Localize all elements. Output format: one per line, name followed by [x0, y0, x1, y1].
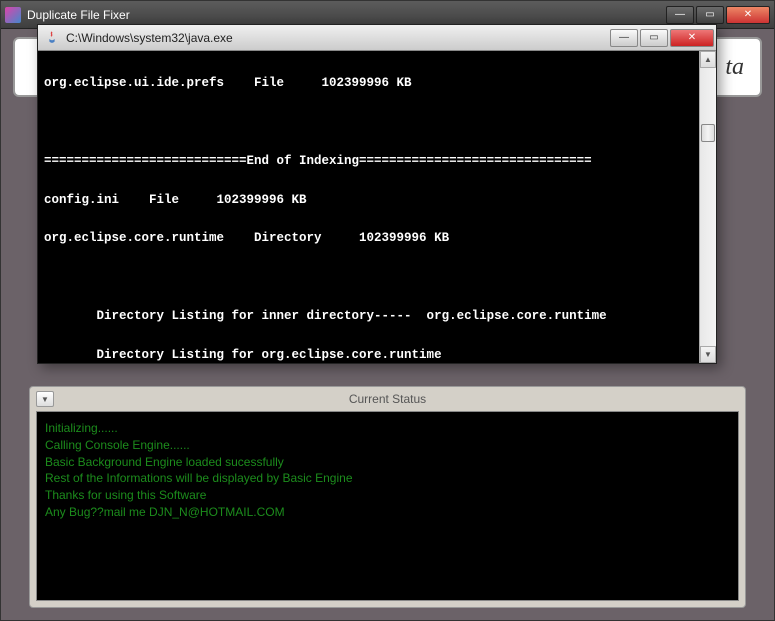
console-titlebar[interactable]: C:\Windows\system32\java.exe — ▭ ✕: [38, 25, 716, 51]
scroll-up-button[interactable]: ▲: [700, 51, 716, 68]
status-line: Thanks for using this Software: [45, 487, 730, 504]
status-line: Basic Background Engine loaded sucessful…: [45, 454, 730, 471]
collapse-button[interactable]: ▼: [36, 391, 54, 407]
scroll-thumb[interactable]: [701, 124, 715, 142]
minimize-button[interactable]: —: [666, 6, 694, 24]
status-line: Rest of the Informations will be display…: [45, 470, 730, 487]
app-icon: [5, 7, 21, 23]
main-window-controls: — ▭ ✕: [666, 6, 770, 24]
console-output: org.eclipse.ui.ide.prefs File 102399996 …: [38, 51, 699, 363]
status-panel: ▼ Current Status Initializing...... Call…: [29, 386, 746, 608]
main-window-title: Duplicate File Fixer: [27, 8, 666, 22]
close-button[interactable]: ✕: [670, 29, 714, 47]
banner-text-fragment: ta: [725, 54, 744, 81]
console-window: C:\Windows\system32\java.exe — ▭ ✕ org.e…: [37, 24, 717, 364]
status-title: Current Status: [62, 392, 713, 406]
status-line: Calling Console Engine......: [45, 437, 730, 454]
console-scrollbar[interactable]: ▲ ▼: [699, 51, 716, 363]
java-icon: [44, 30, 60, 46]
console-window-controls: — ▭ ✕: [610, 29, 714, 47]
minimize-button[interactable]: —: [610, 29, 638, 47]
status-log: Initializing...... Calling Console Engin…: [36, 411, 739, 601]
status-line: Initializing......: [45, 420, 730, 437]
maximize-button[interactable]: ▭: [696, 6, 724, 24]
console-body: org.eclipse.ui.ide.prefs File 102399996 …: [38, 51, 716, 363]
scroll-track[interactable]: [700, 68, 716, 346]
status-header: ▼ Current Status: [30, 387, 745, 411]
close-button[interactable]: ✕: [726, 6, 770, 24]
status-line: Any Bug??mail me DJN_N@HOTMAIL.COM: [45, 504, 730, 521]
maximize-button[interactable]: ▭: [640, 29, 668, 47]
scroll-down-button[interactable]: ▼: [700, 346, 716, 363]
console-window-title: C:\Windows\system32\java.exe: [66, 31, 610, 45]
